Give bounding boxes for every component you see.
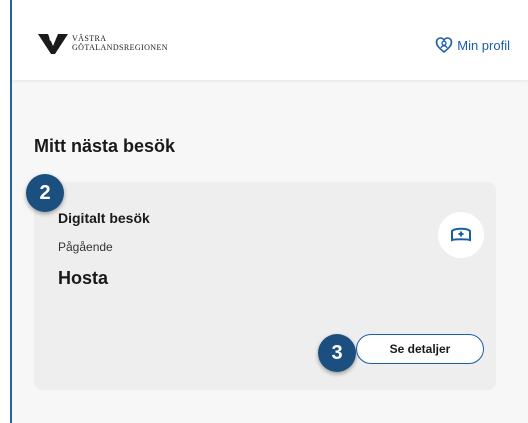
logo-line2: GÖTALANDSREGIONEN (72, 43, 168, 52)
visit-icon-container (438, 212, 484, 258)
section-title: Mitt nästa besök (34, 136, 176, 156)
logo-text: VÄSTRA GÖTALANDSREGIONEN (72, 34, 168, 52)
my-profile-label: Min profil (457, 37, 510, 53)
visit-title: Hosta (58, 268, 109, 288)
visit-status: Pågående (58, 240, 113, 254)
step-badge-2: 2 (26, 174, 64, 212)
vgr-logo-icon (38, 34, 68, 54)
person-heart-icon (435, 37, 453, 54)
visit-type: Digitalt besök (58, 210, 150, 226)
nurse-cap-icon (451, 227, 471, 242)
logo-line1: VÄSTRA (72, 34, 107, 43)
my-profile-link[interactable]: Min profil (435, 36, 510, 54)
app-frame: VÄSTRA GÖTALANDSREGIONEN Min profil Mitt… (10, 0, 528, 423)
header: VÄSTRA GÖTALANDSREGIONEN Min profil (12, 0, 528, 80)
vgr-logo[interactable]: VÄSTRA GÖTALANDSREGIONEN (38, 30, 188, 64)
see-details-button[interactable]: Se detaljer (356, 334, 484, 364)
step-badge-3: 3 (318, 334, 356, 372)
next-visit-card[interactable]: Digitalt besök Pågående Hosta Se detalje… (34, 182, 496, 390)
